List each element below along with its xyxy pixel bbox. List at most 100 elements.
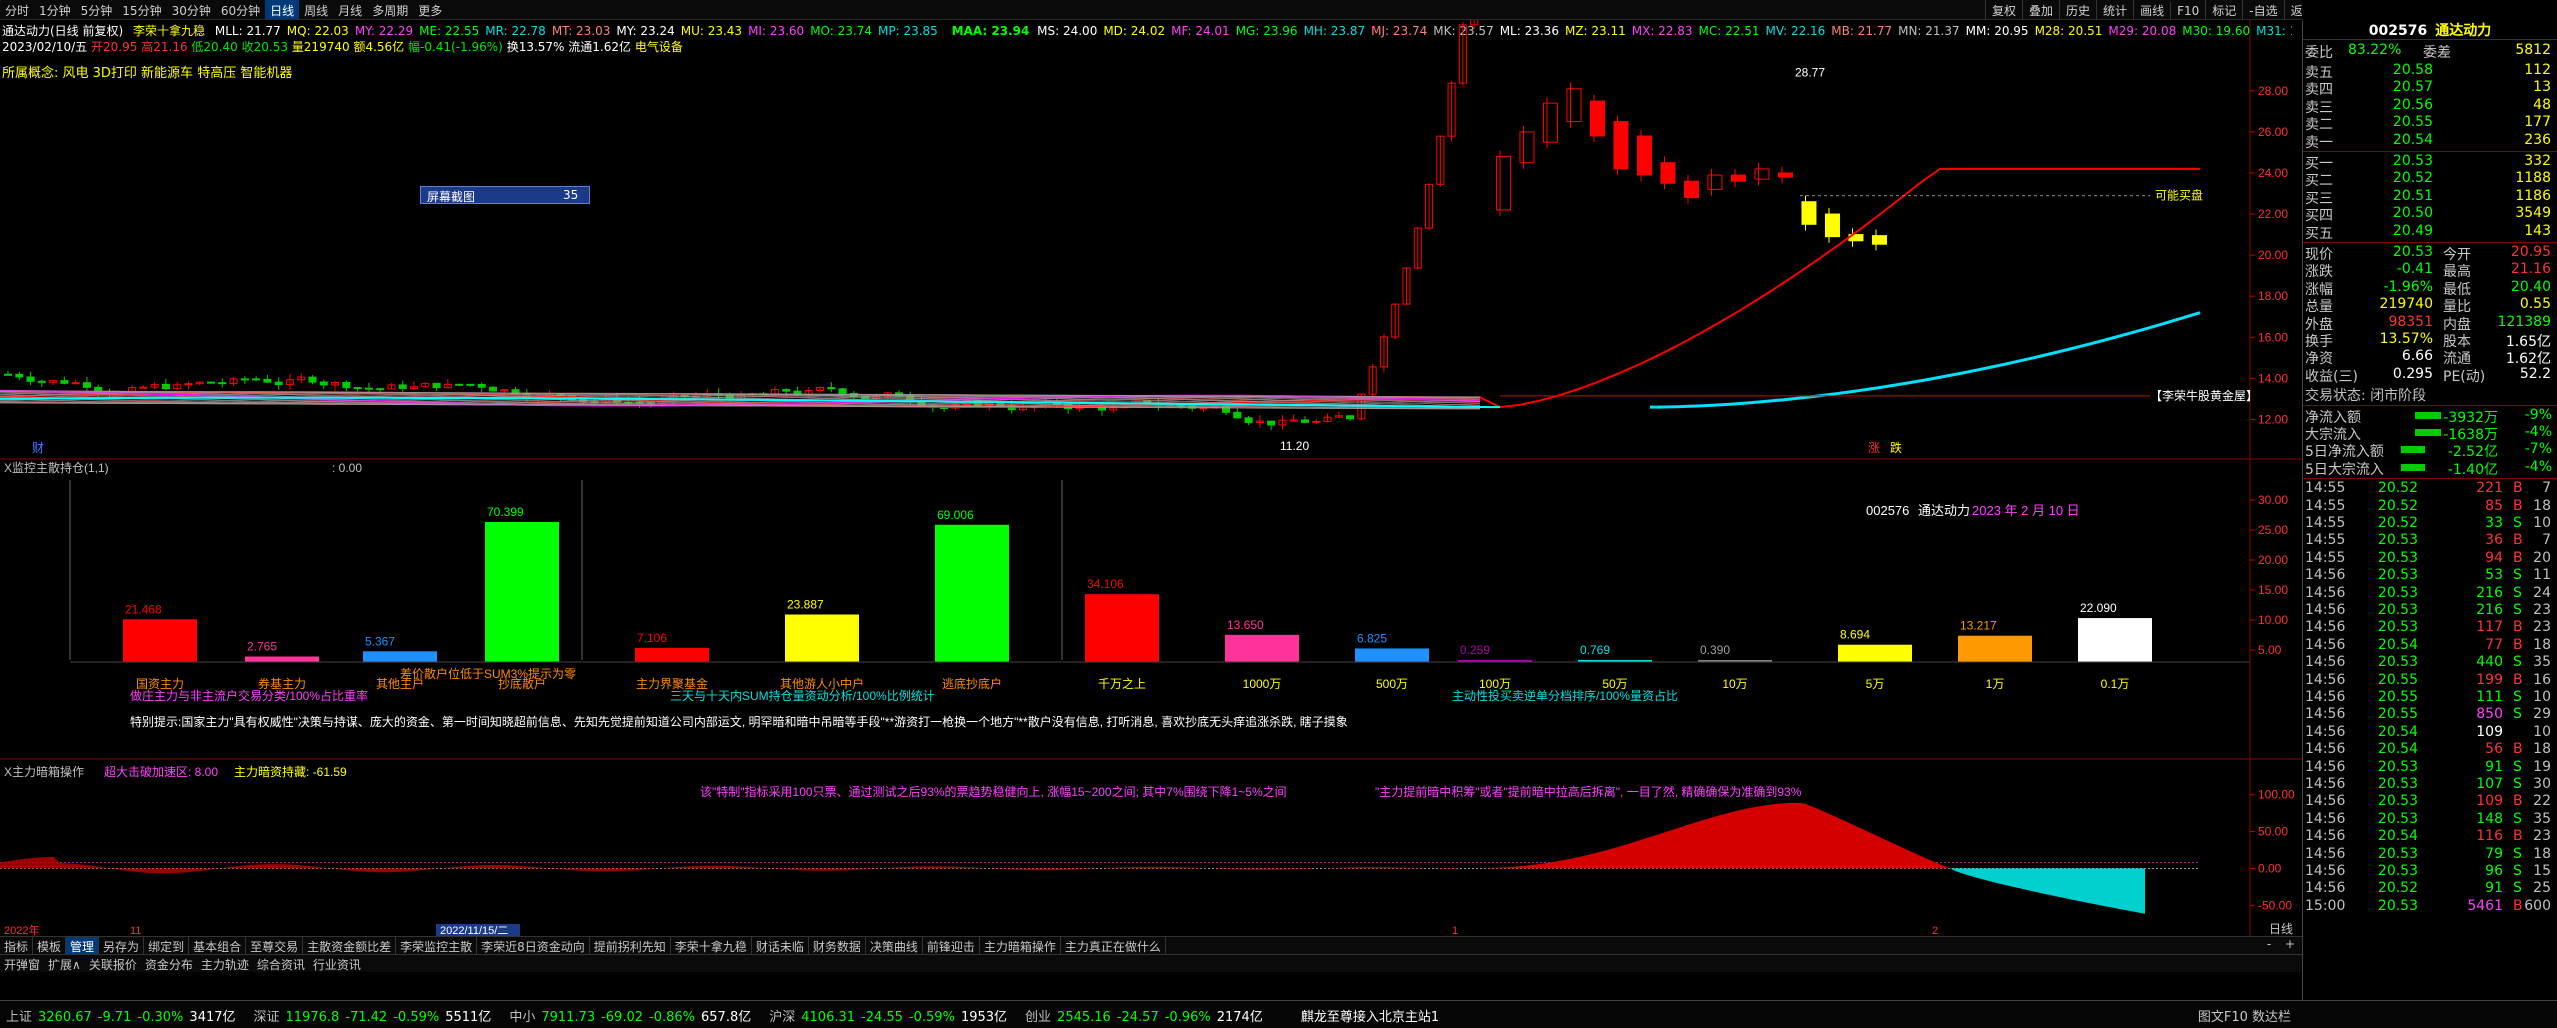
index-quote[interactable]: 沪深 4106.31 -24.55 -0.59% 1953亿 <box>763 1001 1019 1028</box>
indicator-tab[interactable]: 主力暗箱操作 <box>980 937 1061 954</box>
tick-row: 14:56 20.54 77 B 18 <box>2303 637 2557 655</box>
label-1: 超大击破加速区: 8.00 <box>104 764 218 779</box>
candle-body <box>139 386 148 389</box>
indicator-tab[interactable]: 主散资金额比差 <box>303 937 397 954</box>
holdings-bar-chart[interactable]: X监控主散持仓(1,1): 0.00 002576 通达动力 2023 年 2 月 1… <box>0 460 2302 760</box>
tick-time: 14:55 <box>2305 497 2346 514</box>
period-tab[interactable]: 日线 <box>265 0 300 19</box>
period-tab[interactable]: 5分钟 <box>76 0 118 19</box>
toolbar-button[interactable]: 标记 <box>2205 0 2242 20</box>
period-tab[interactable]: 60分钟 <box>216 0 265 19</box>
period-tab[interactable]: 更多 <box>413 0 447 19</box>
sub-tab[interactable]: 行业资讯 <box>309 955 365 972</box>
indicator-tab[interactable]: 李荣近8日资金动向 <box>477 937 590 954</box>
indicator-tab[interactable]: 另存为 <box>99 937 145 954</box>
status-right[interactable]: 图文F10 数达栏 <box>2192 1001 2297 1028</box>
period-tab[interactable]: 15分钟 <box>117 0 166 19</box>
index-quote[interactable]: 上证 3260.67 -9.71 -0.30% 3417亿 <box>0 1001 248 1028</box>
indicator-tab[interactable]: 前锋迎击 <box>923 937 980 954</box>
tick-side: B <box>2513 897 2523 914</box>
toolbar-button[interactable]: 画线 <box>2133 0 2170 20</box>
candle-body <box>26 376 35 382</box>
y-tick-label: 26.00 <box>2258 125 2288 139</box>
period-tab[interactable]: 多周期 <box>367 0 413 19</box>
tick-price: 20.53 <box>2377 758 2418 775</box>
candle-body <box>1683 180 1699 199</box>
low-label: 11.20 <box>1280 439 1309 453</box>
zoom-in-button[interactable]: + <box>2285 937 2295 951</box>
tick-vol: 111 <box>2476 689 2503 705</box>
indicator-tab[interactable]: 基本组合 <box>189 937 247 954</box>
zoom-out-button[interactable]: - <box>2267 937 2271 951</box>
indicator-tab[interactable]: 至尊交易 <box>246 937 304 954</box>
index-quote[interactable]: 中小 7911.73 -69.02 -0.86% 657.8亿 <box>503 1001 763 1028</box>
indicator-tab[interactable]: 模板 <box>33 937 67 954</box>
candle-body <box>398 384 407 389</box>
toolbar-button[interactable]: 复权 <box>1985 0 2022 20</box>
tick-price: 20.53 <box>2377 793 2418 810</box>
toolbar-button[interactable]: 返回 <box>2283 0 2302 20</box>
sub-tab[interactable]: 开弹窗 <box>0 955 44 972</box>
indicator-tab[interactable]: 提前拐利先知 <box>590 937 671 954</box>
flow-pct: -9% <box>2524 406 2552 423</box>
indicator-tab[interactable]: 财务数据 <box>809 937 866 954</box>
indicator-tab[interactable]: 李荣监控主散 <box>396 937 478 954</box>
bar <box>785 614 859 662</box>
note-2: "主力提前暗中积筹"或者"提前暗中拉高后拆离", 一目了然, 精确确保为准确到9… <box>1375 784 1802 799</box>
toolbar-button[interactable]: F10 <box>2170 2 2205 20</box>
indicator-tab[interactable]: 绑定到 <box>144 937 190 954</box>
index-v: 2545.16 <box>1057 1010 1111 1025</box>
candle-body <box>3 373 13 376</box>
indicator-tab[interactable]: 李荣十拿九稳 <box>671 937 752 954</box>
tick-side: B <box>2513 549 2523 566</box>
bar-value-label: 0.390 <box>1700 643 1730 657</box>
indicator-tab[interactable]: 指标 <box>0 937 34 954</box>
sub-tab[interactable]: 主力轨迹 <box>197 955 253 972</box>
sub-tab[interactable]: 资金分布 <box>141 955 197 972</box>
bar-value-label: 8.694 <box>1840 628 1870 642</box>
dark-box-area-chart[interactable]: X主力暗箱操作 超大击破加速区: 8.00 主力暗资持藏: -61.59 该"特制"指… <box>0 760 2302 936</box>
period-tab[interactable]: 周线 <box>299 0 333 19</box>
price-chart[interactable]: 28.00 26.00 24.00 22.00 20.00 18.00 16.00 14.00… <box>0 20 2302 460</box>
weibi-label: 委比 <box>2305 45 2333 61</box>
tick-vol: 109 <box>2476 723 2503 740</box>
indicator-tab[interactable]: 管理 <box>66 937 100 954</box>
tick-price: 20.52 <box>2377 515 2418 531</box>
period-tab[interactable]: 1分钟 <box>34 0 76 19</box>
index-a: 3417亿 <box>189 1010 236 1025</box>
tick-vol: 5461 <box>2467 897 2503 914</box>
index-v: 3260.67 <box>38 1010 92 1025</box>
toolbar-button[interactable]: 叠加 <box>2022 0 2059 20</box>
screenshot-box[interactable]: 屏幕截图 35 <box>420 186 590 204</box>
sub-tab[interactable]: 关联报价 <box>85 955 141 972</box>
tick-side: B <box>2513 671 2523 688</box>
candle-body <box>477 383 486 388</box>
toolbar-button[interactable]: -自选 <box>2242 0 2283 20</box>
sub-tab[interactable]: 扩展∧ <box>44 955 85 972</box>
tick-price: 20.53 <box>2377 654 2418 671</box>
index-quote[interactable]: 创业 2545.16 -24.57 -0.96% 2174亿 <box>1019 1001 1275 1028</box>
flow-label: 5日大宗流入 <box>2305 461 2384 478</box>
tick-price: 20.53 <box>2377 602 2418 618</box>
indicator-tab[interactable]: 决策曲线 <box>866 937 923 954</box>
tick-price: 20.54 <box>2377 723 2418 740</box>
tick-side: S <box>2513 584 2522 601</box>
period-tab[interactable]: 月线 <box>333 0 367 19</box>
period-tab[interactable]: 分时 <box>0 0 34 19</box>
index-p: -0.96% <box>1164 1010 1211 1025</box>
sub-tab[interactable]: 综合资讯 <box>253 955 309 972</box>
left-wave-area <box>0 856 1460 874</box>
note: 差价散户位低于SUM3%提示为零 <box>400 666 576 681</box>
sell-vol: 236 <box>2524 131 2551 148</box>
indicator-tab[interactable]: 主力真正在做什么 <box>1061 937 1166 954</box>
period-tab[interactable]: 30分钟 <box>167 0 216 19</box>
indicator-tab[interactable]: 财话未临 <box>752 937 809 954</box>
toolbar-button[interactable]: 历史 <box>2059 0 2096 20</box>
tick-time: 14:56 <box>2305 636 2346 653</box>
bar <box>1838 644 1912 662</box>
toolbar-button[interactable]: 统计 <box>2096 0 2133 20</box>
tick-row: 14:56 20.53 117 B 23 <box>2303 619 2557 637</box>
index-quote[interactable]: 深证 11976.8 -71.42 -0.59% 5511亿 <box>248 1001 504 1028</box>
tick-vol: 77 <box>2485 636 2503 653</box>
index-a: 657.8亿 <box>701 1010 752 1025</box>
